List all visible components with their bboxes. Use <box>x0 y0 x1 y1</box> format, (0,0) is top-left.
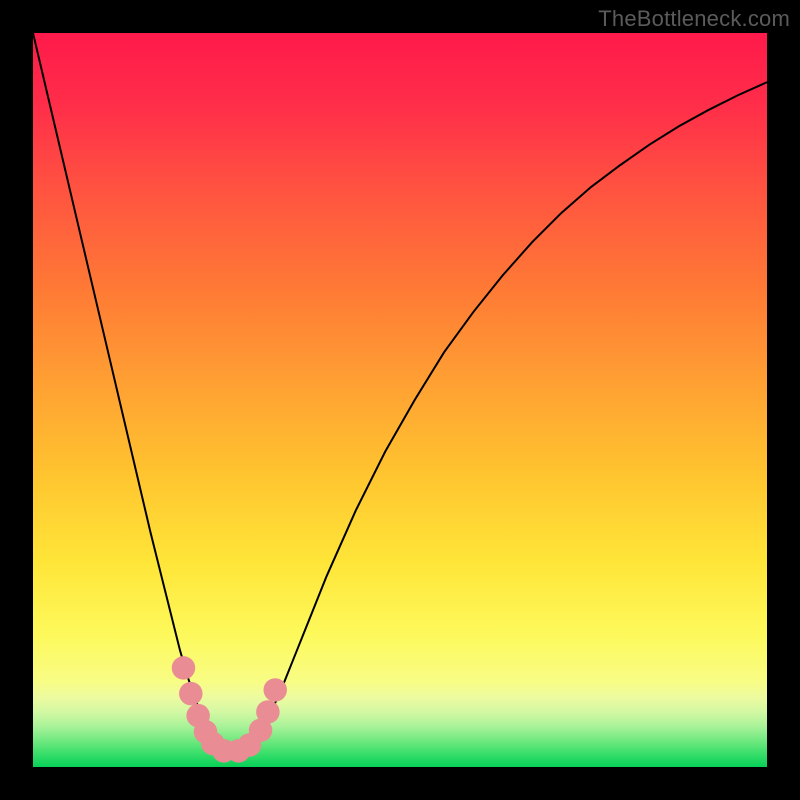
marker-dot <box>172 656 195 679</box>
watermark-text: TheBottleneck.com <box>598 6 790 32</box>
chart-frame: TheBottleneck.com <box>0 0 800 800</box>
chart-svg <box>33 33 767 767</box>
marker-dot <box>256 700 279 723</box>
marker-dot <box>263 678 286 701</box>
marker-dot <box>179 682 202 705</box>
plot-area <box>33 33 767 767</box>
gradient-background <box>33 33 767 767</box>
